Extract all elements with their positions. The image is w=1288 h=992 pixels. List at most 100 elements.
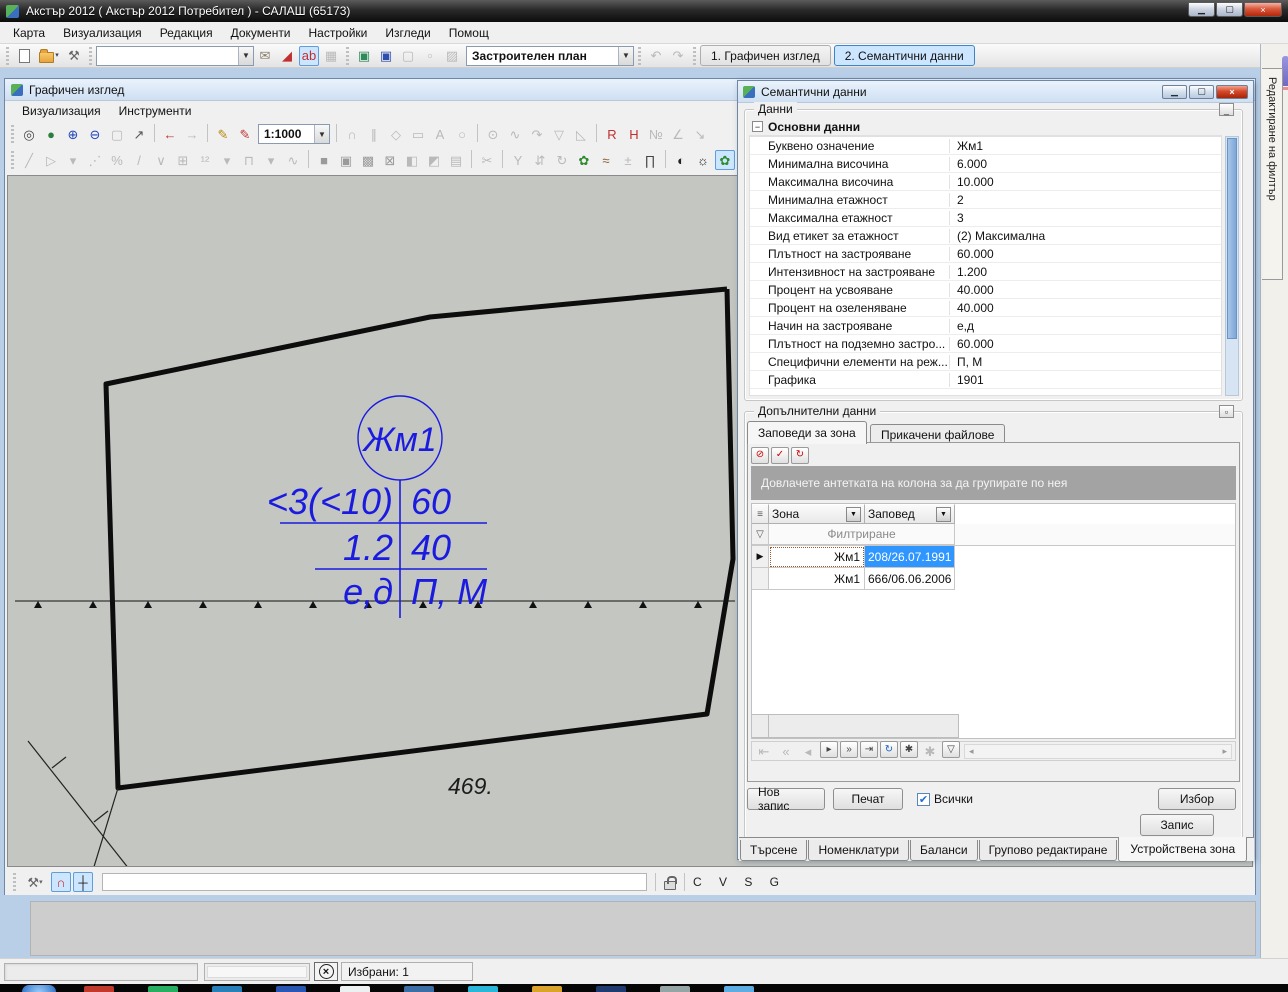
view-back-icon[interactable]: ← — [160, 124, 180, 144]
contrast-icon[interactable]: ◐ — [671, 150, 691, 170]
taskbar-app-icon[interactable] — [404, 986, 434, 992]
chevron-down-icon[interactable]: ▼ — [618, 47, 633, 65]
menu-item-4[interactable]: Настройки — [300, 23, 377, 43]
zone-cell[interactable]: Жм1 — [769, 568, 865, 590]
menu-item-5[interactable]: Изгледи — [376, 23, 439, 43]
settings-tools-icon[interactable]: ⚒ — [64, 46, 84, 66]
view-button-semantic[interactable]: 2. Семантични данни — [834, 45, 975, 66]
bottom-tab-0[interactable]: Търсене — [740, 840, 807, 861]
property-row[interactable]: Процент на усвояване40.000 — [750, 281, 1221, 299]
cancel-edit-icon[interactable]: ⊘ — [751, 447, 769, 464]
property-row[interactable]: Графика1901 — [750, 371, 1221, 389]
property-row[interactable]: Буквено означениеЖм1 — [750, 137, 1221, 155]
all-checkbox[interactable] — [917, 793, 930, 806]
property-value[interactable]: 1.200 — [950, 265, 1221, 279]
property-value[interactable]: 6.000 — [950, 157, 1221, 171]
graphic-menu-item-0[interactable]: Визуализация — [13, 101, 110, 121]
property-row[interactable]: Процент на озеленяване40.000 — [750, 299, 1221, 317]
zone-label[interactable]: Жм1 — [361, 421, 436, 459]
start-button[interactable] — [22, 985, 56, 992]
column-filter-dropdown-icon[interactable]: ▼ — [846, 507, 861, 522]
scroll-right-icon[interactable]: ▸ — [1222, 746, 1227, 757]
filter-edit-tab[interactable]: Редактиране на филтър — [1262, 68, 1283, 280]
nav-next-page-icon[interactable]: » — [840, 741, 858, 758]
layer-combo[interactable]: ▼ — [96, 46, 254, 66]
table-row[interactable]: Жм1 666/06.06.2006 — [752, 568, 1235, 590]
property-value[interactable]: (2) Максимална — [950, 229, 1221, 243]
menu-item-1[interactable]: Визуализация — [54, 23, 151, 43]
property-row[interactable]: Минимална етажност2 — [750, 191, 1221, 209]
symbols-icon[interactable]: ab — [299, 46, 319, 66]
zoom-out-icon[interactable]: ⊖ — [85, 124, 105, 144]
select-button[interactable]: Избор — [1158, 788, 1236, 810]
property-row[interactable]: Минимална височина6.000 — [750, 155, 1221, 173]
zoom-window-icon[interactable]: ◎ — [19, 124, 39, 144]
chevron-down-icon[interactable]: ▼ — [238, 47, 253, 65]
insert-green-region-icon[interactable]: ▣ — [354, 46, 374, 66]
property-value[interactable]: 10.000 — [950, 175, 1221, 189]
menu-item-3[interactable]: Документи — [222, 23, 300, 43]
property-grid-scrollbar[interactable] — [1225, 136, 1239, 396]
order-cell[interactable]: 208/26.07.1991 — [865, 546, 955, 568]
brightness-icon[interactable]: ☼ — [693, 150, 713, 170]
property-value[interactable]: 40.000 — [950, 283, 1221, 297]
property-row[interactable]: Начин на застрояванее,д — [750, 317, 1221, 335]
terrain-hatch-icon[interactable]: ≈ — [596, 150, 616, 170]
menu-item-6[interactable]: Помощ — [440, 23, 498, 43]
data-group-collapse-button[interactable]: _ — [1219, 103, 1234, 116]
scroll-left-icon[interactable]: ◂ — [969, 746, 974, 757]
pan-measure-icon[interactable]: ↗ — [129, 124, 149, 144]
refresh-data-icon[interactable]: ↻ — [791, 447, 809, 464]
plan-combo[interactable]: Застроителен план ▼ — [466, 46, 634, 66]
property-value[interactable]: 60.000 — [950, 337, 1221, 351]
property-value[interactable]: 60.000 — [950, 247, 1221, 261]
property-row[interactable]: Вид етикет за етажност(2) Максимална — [750, 227, 1221, 245]
nav-refresh-icon[interactable]: ↻ — [880, 741, 898, 758]
restore-button[interactable]: ▢ — [1189, 85, 1214, 99]
property-row[interactable]: Максимална етажност3 — [750, 209, 1221, 227]
boxed-area-icon[interactable]: ▣ — [336, 150, 356, 170]
property-value[interactable]: П, М — [950, 355, 1221, 369]
property-row[interactable]: Плътност на подземно застро...60.000 — [750, 335, 1221, 353]
taskbar-app-icon[interactable] — [724, 986, 754, 992]
bottom-tab-4[interactable]: Устройствена зона — [1118, 837, 1247, 862]
cancel-selection-button[interactable]: × — [314, 962, 338, 981]
repaint-brush-icon[interactable]: ✎ — [235, 124, 255, 144]
view-button-graphic[interactable]: 1. Графичен изглед — [700, 45, 831, 66]
confirm-edit-icon[interactable]: ✓ — [771, 447, 789, 464]
extra-group-expand-button[interactable]: ▫ — [1219, 405, 1234, 418]
new-record-button[interactable]: Нов запис — [747, 788, 825, 810]
plumb-snap-icon[interactable]: ┼ — [73, 872, 93, 892]
property-value[interactable]: 2 — [950, 193, 1221, 207]
seal-icon[interactable]: ✉ — [255, 46, 275, 66]
open-file-icon[interactable]: ▾ — [36, 46, 62, 66]
new-file-icon[interactable] — [14, 46, 34, 66]
chevron-down-icon[interactable]: ▼ — [314, 125, 329, 143]
property-row[interactable]: Плътност на застрояване60.000 — [750, 245, 1221, 263]
graphic-menu-item-1[interactable]: Инструменти — [110, 101, 201, 121]
taskbar-app-icon[interactable] — [84, 986, 114, 992]
redraw-brush-icon[interactable]: ✎ — [213, 124, 233, 144]
taskbar-app-icon[interactable] — [660, 986, 690, 992]
scale-combo[interactable]: 1:1000 ▼ — [258, 124, 330, 144]
magnet-snap-icon[interactable]: ∩ — [51, 872, 71, 892]
radius-point-icon[interactable]: R — [602, 124, 622, 144]
insert-blue-region-icon[interactable]: ▣ — [376, 46, 396, 66]
taskbar-app-icon[interactable] — [276, 986, 306, 992]
hatch-area-icon[interactable]: ▩ — [358, 150, 378, 170]
property-row[interactable]: Максимална височина10.000 — [750, 173, 1221, 191]
property-row[interactable]: Интензивност на застрояване1.200 — [750, 263, 1221, 281]
nav-next-icon[interactable]: ▸ — [820, 741, 838, 758]
world-view-icon[interactable]: ● — [41, 124, 61, 144]
taskbar-app-icon[interactable] — [340, 986, 370, 992]
bottom-tab-2[interactable]: Баланси — [910, 840, 978, 861]
semantic-window-titlebar[interactable]: Семантични данни ▁ ▢ × — [738, 81, 1253, 103]
minimize-button[interactable]: ▁ — [1188, 2, 1215, 17]
filter-row[interactable]: Филтриране — [769, 524, 955, 545]
menu-item-2[interactable]: Редакция — [151, 23, 222, 43]
snap-tools-icon[interactable]: ⚒▾ — [21, 872, 49, 892]
print-button[interactable]: Печат — [833, 788, 903, 810]
tree-icon[interactable]: ✿ — [574, 150, 594, 170]
column-header-order[interactable]: Заповед ▼ — [865, 504, 955, 524]
nav-last-icon[interactable]: ⇥ — [860, 741, 878, 758]
